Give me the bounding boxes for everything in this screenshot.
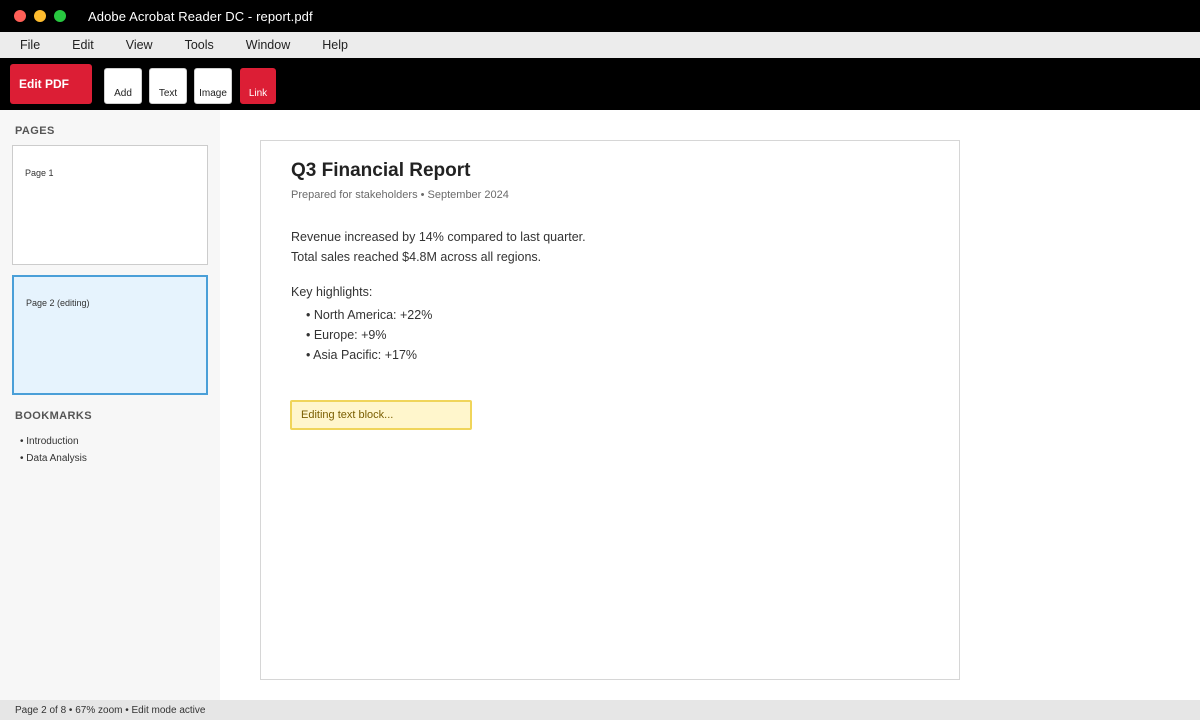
window-controls <box>14 10 74 22</box>
document-viewport[interactable]: Q3 Financial Report Prepared for stakeho… <box>220 110 1200 700</box>
text-tool-button[interactable]: Text <box>149 68 187 104</box>
page-thumbnail-1[interactable]: Page 1 <box>12 145 208 265</box>
page-thumbnail-label: Page 2 (editing) <box>26 298 90 308</box>
pages-section-title: PAGES <box>15 125 55 137</box>
highlights-label[interactable]: Key highlights: <box>291 285 372 299</box>
menu-tools[interactable]: Tools <box>185 38 214 52</box>
page-thumbnail-label: Page 1 <box>25 168 54 178</box>
menu-window[interactable]: Window <box>246 38 290 52</box>
bookmarks-section-title: BOOKMARKS <box>15 410 92 422</box>
highlight-asia-pacific[interactable]: • Asia Pacific: +17% <box>306 348 417 362</box>
document-title[interactable]: Q3 Financial Report <box>291 160 470 182</box>
edit-toolbar: Edit PDF Add Text Image Link <box>0 58 1200 110</box>
acrobat-window: Adobe Acrobat Reader DC - report.pdf Fil… <box>0 0 1200 720</box>
page-thumbnail-2[interactable]: Page 2 (editing) <box>12 275 208 395</box>
menu-file[interactable]: File <box>20 38 40 52</box>
image-tool-button[interactable]: Image <box>194 68 232 104</box>
menu-bar: File Edit View Tools Window Help <box>0 32 1200 58</box>
status-bar: Page 2 of 8 • 67% zoom • Edit mode activ… <box>0 700 1200 720</box>
highlight-north-america[interactable]: • North America: +22% <box>306 308 432 322</box>
status-text: Page 2 of 8 • 67% zoom • Edit mode activ… <box>15 704 206 716</box>
menu-edit[interactable]: Edit <box>72 38 94 52</box>
close-window-button[interactable] <box>14 10 26 22</box>
document-subtitle[interactable]: Prepared for stakeholders • September 20… <box>291 189 509 201</box>
editing-text-block[interactable]: Editing text block... <box>290 400 472 430</box>
paragraph-line-2[interactable]: Total sales reached $4.8M across all reg… <box>291 250 541 264</box>
add-tool-button[interactable]: Add <box>104 68 142 104</box>
minimize-window-button[interactable] <box>34 10 46 22</box>
title-bar: Adobe Acrobat Reader DC - report.pdf <box>0 0 1200 32</box>
zoom-window-button[interactable] <box>54 10 66 22</box>
link-tool-button[interactable]: Link <box>240 68 276 104</box>
bookmark-introduction[interactable]: • Introduction <box>20 436 79 447</box>
menu-view[interactable]: View <box>126 38 153 52</box>
bookmark-data-analysis[interactable]: • Data Analysis <box>20 453 87 464</box>
edit-pdf-button[interactable]: Edit PDF <box>10 64 92 104</box>
window-title: Adobe Acrobat Reader DC - report.pdf <box>88 8 313 24</box>
pdf-page[interactable]: Q3 Financial Report Prepared for stakeho… <box>260 140 960 680</box>
paragraph-line-1[interactable]: Revenue increased by 14% compared to las… <box>291 230 586 244</box>
navigation-sidebar: PAGES Page 1 Page 2 (editing) BOOKMARKS … <box>0 110 220 700</box>
highlight-europe[interactable]: • Europe: +9% <box>306 328 386 342</box>
menu-help[interactable]: Help <box>322 38 348 52</box>
